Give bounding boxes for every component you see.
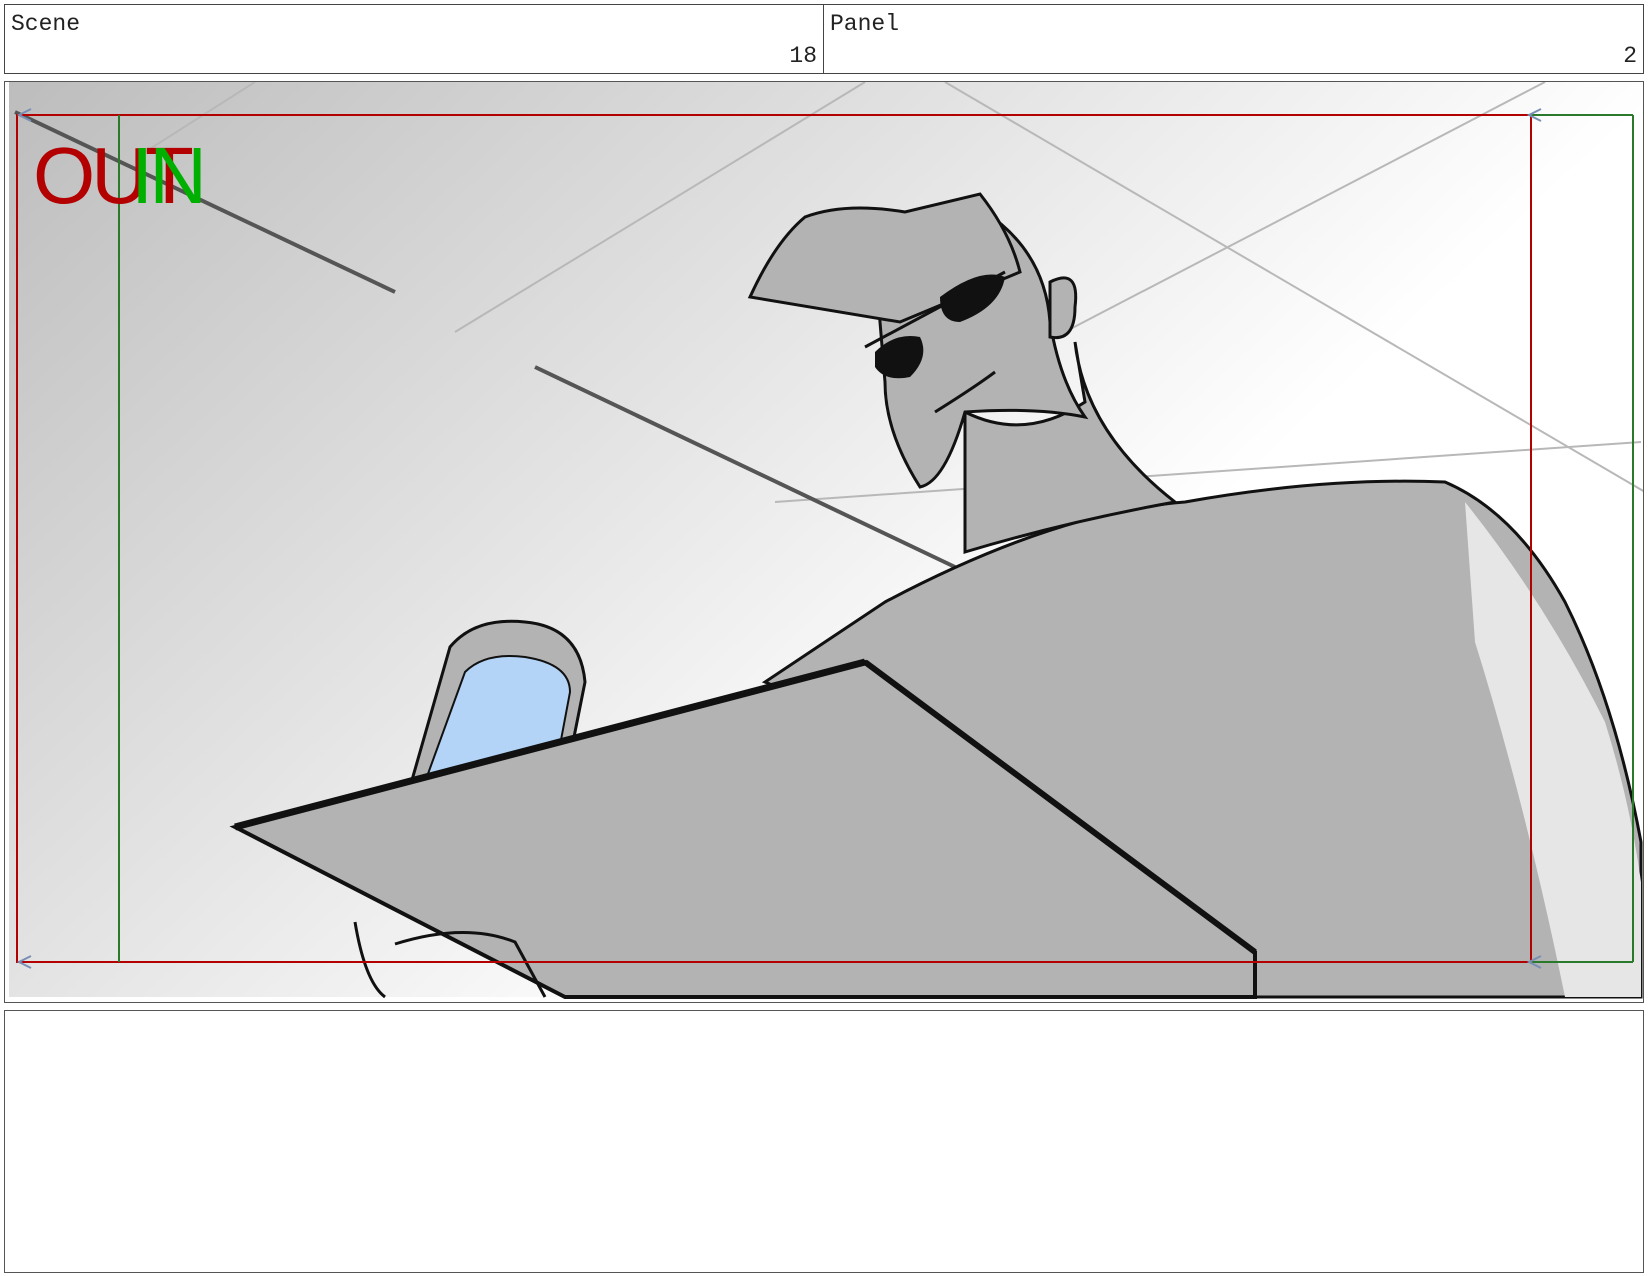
sketch-drawing [9,82,1643,999]
panel-number[interactable]: 2 [1623,43,1637,69]
notes-box[interactable] [4,1010,1644,1273]
scene-cell: Scene 18 [4,4,824,74]
panel-label: Panel [830,11,900,37]
in-label: IN [131,131,207,220]
scene-label: Scene [11,11,81,37]
scene-number[interactable]: 18 [789,43,817,69]
panel-cell: Panel 2 [823,4,1644,74]
ear [1048,276,1078,340]
storyboard-frame[interactable]: OUT IN [4,81,1644,1003]
